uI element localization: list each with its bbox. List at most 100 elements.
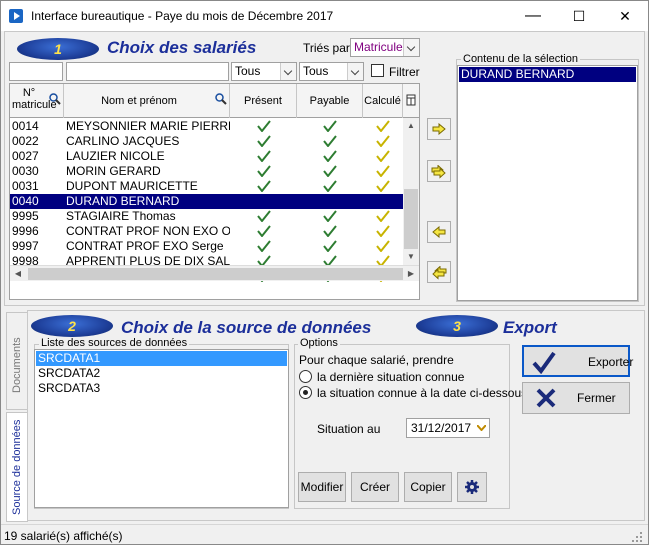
- cell-name: LAUZIER NICOLE: [66, 149, 165, 163]
- checkmark-icon: [532, 351, 556, 374]
- filter-checkbox[interactable]: [371, 64, 384, 77]
- table-row[interactable]: 9997 CONTRAT PROF EXO Serge: [10, 239, 403, 254]
- selection-list[interactable]: DURAND BERNARD: [457, 65, 638, 301]
- checkmark-icon: [257, 240, 271, 253]
- close-dialog-button[interactable]: Fermer: [522, 382, 630, 414]
- cell-matricule: 9996: [12, 224, 39, 238]
- header-present[interactable]: Présent: [230, 84, 297, 118]
- header-payable[interactable]: Payable: [297, 84, 363, 118]
- checkmark-icon: [323, 135, 337, 148]
- table-row[interactable]: 0022 CARLINO JACQUES: [10, 134, 403, 149]
- table-row[interactable]: 0014 MEYSONNIER MARIE PIERRE: [10, 119, 403, 134]
- checkmark-icon: [257, 225, 271, 238]
- sort-combo[interactable]: Matricule: [350, 38, 420, 57]
- calcule-check-icon: [376, 225, 390, 238]
- radio-date-situation[interactable]: [299, 386, 312, 399]
- present-check-icon: [257, 120, 271, 133]
- checkmark-icon: [323, 120, 337, 133]
- scroll-thumb[interactable]: [404, 189, 418, 249]
- export-button-label: Exporter: [588, 355, 634, 369]
- radio-last-situation-label[interactable]: la dernière situation connue: [317, 370, 464, 384]
- table-row[interactable]: 0027 LAUZIER NICOLE: [10, 149, 403, 164]
- tab-documents[interactable]: Documents: [6, 312, 28, 410]
- header-calcule[interactable]: Calculé: [363, 84, 403, 118]
- create-button[interactable]: Créer: [351, 472, 399, 502]
- scroll-right-icon[interactable]: ▶: [403, 266, 419, 282]
- minimize-button[interactable]: —: [510, 1, 556, 31]
- cell-matricule: 0030: [12, 164, 39, 178]
- scroll-left-icon[interactable]: ◀: [10, 266, 26, 282]
- column-settings-icon[interactable]: [406, 94, 416, 106]
- present-check-icon: [257, 180, 271, 193]
- chevron-down-icon[interactable]: [280, 63, 296, 80]
- remove-selected-button[interactable]: [427, 221, 451, 243]
- name-filter-input[interactable]: [66, 62, 229, 81]
- table-row[interactable]: 0030 MORIN GERARD: [10, 164, 403, 179]
- search-icon[interactable]: [49, 93, 61, 105]
- checkmark-icon: [376, 120, 390, 133]
- present-check-icon: [257, 135, 271, 148]
- options-prompt: Pour chaque salarié, prendre: [299, 353, 454, 367]
- radio-last-situation[interactable]: [299, 370, 312, 383]
- grid-header: N° matricule Nom et prénom Présent Payab…: [10, 84, 419, 118]
- list-item[interactable]: DURAND BERNARD: [459, 67, 636, 82]
- status-text: 19 salarié(s) affiché(s): [4, 529, 123, 543]
- table-row[interactable]: 9996 CONTRAT PROF NON EXO Olivie: [10, 224, 403, 239]
- calcule-check-icon: [376, 180, 390, 193]
- close-button[interactable]: ✕: [602, 1, 648, 31]
- chevron-down-icon[interactable]: [403, 39, 419, 56]
- checkmark-icon: [323, 180, 337, 193]
- list-item[interactable]: SRCDATA3: [36, 381, 287, 396]
- remove-all-button[interactable]: [427, 261, 451, 283]
- present-filter-combo[interactable]: Tous: [231, 62, 297, 81]
- settings-button[interactable]: [457, 472, 487, 502]
- export-button[interactable]: Exporter: [522, 345, 634, 377]
- payable-filter-combo[interactable]: Tous: [299, 62, 364, 81]
- copy-button[interactable]: Copier: [404, 472, 452, 502]
- maximize-button[interactable]: ☐: [556, 1, 602, 31]
- cell-matricule: 9997: [12, 239, 39, 253]
- calcule-check-icon: [376, 165, 390, 178]
- cell-name: CARLINO JACQUES: [66, 134, 180, 148]
- close-icon: [536, 388, 556, 408]
- scroll-up-icon[interactable]: ▲: [403, 118, 419, 134]
- source-list[interactable]: SRCDATA1 SRCDATA2 SRCDATA3: [34, 349, 289, 508]
- scroll-down-icon[interactable]: ▼: [403, 249, 419, 265]
- list-item[interactable]: SRCDATA1: [36, 351, 287, 366]
- source-legend: Liste des sources de données: [39, 337, 190, 349]
- checkmark-icon: [323, 165, 337, 178]
- app-icon: [9, 9, 23, 23]
- tab-source-data[interactable]: Source de données: [6, 412, 28, 522]
- search-icon[interactable]: [215, 93, 227, 105]
- status-bar: 19 salarié(s) affiché(s): [1, 524, 648, 544]
- modify-button[interactable]: Modifier: [298, 472, 346, 502]
- calcule-check-icon: [376, 210, 390, 223]
- add-selected-button[interactable]: [427, 118, 451, 140]
- payable-check-icon: [323, 120, 337, 133]
- resize-grip-icon[interactable]: [631, 531, 643, 543]
- table-row[interactable]: 9995 STAGIAIRE Thomas: [10, 209, 403, 224]
- double-arrow-right-icon: [431, 164, 446, 179]
- grid-horizontal-scrollbar[interactable]: ◀ ▶: [10, 265, 419, 281]
- table-row[interactable]: 0031 DUPONT MAURICETTE: [10, 179, 403, 194]
- grid-vertical-scrollbar[interactable]: ▲ ▼: [403, 118, 419, 265]
- calcule-check-icon: [376, 240, 390, 253]
- list-item[interactable]: SRCDATA2: [36, 366, 287, 381]
- payable-check-icon: [323, 135, 337, 148]
- chevron-down-icon[interactable]: [477, 425, 486, 431]
- cell-matricule: 0040: [12, 194, 39, 208]
- table-row[interactable]: 0040 DURAND BERNARD: [10, 194, 403, 209]
- chevron-down-icon[interactable]: [347, 63, 363, 80]
- situation-date-picker[interactable]: 31/12/2017: [406, 418, 490, 438]
- radio-date-situation-label[interactable]: la situation connue à la date ci-dessous: [317, 386, 527, 400]
- payable-check-icon: [323, 165, 337, 178]
- header-matricule[interactable]: N° matricule: [10, 84, 64, 118]
- payable-filter-value: Tous: [303, 64, 329, 78]
- header-name[interactable]: Nom et prénom: [64, 84, 230, 118]
- tab-source-data-label: Source de données: [11, 419, 23, 515]
- checkmark-icon: [257, 120, 271, 133]
- scroll-thumb[interactable]: [28, 268, 403, 280]
- matricule-filter-input[interactable]: [9, 62, 63, 81]
- header-matricule-label: N° matricule: [12, 87, 57, 111]
- add-all-button[interactable]: [427, 160, 451, 182]
